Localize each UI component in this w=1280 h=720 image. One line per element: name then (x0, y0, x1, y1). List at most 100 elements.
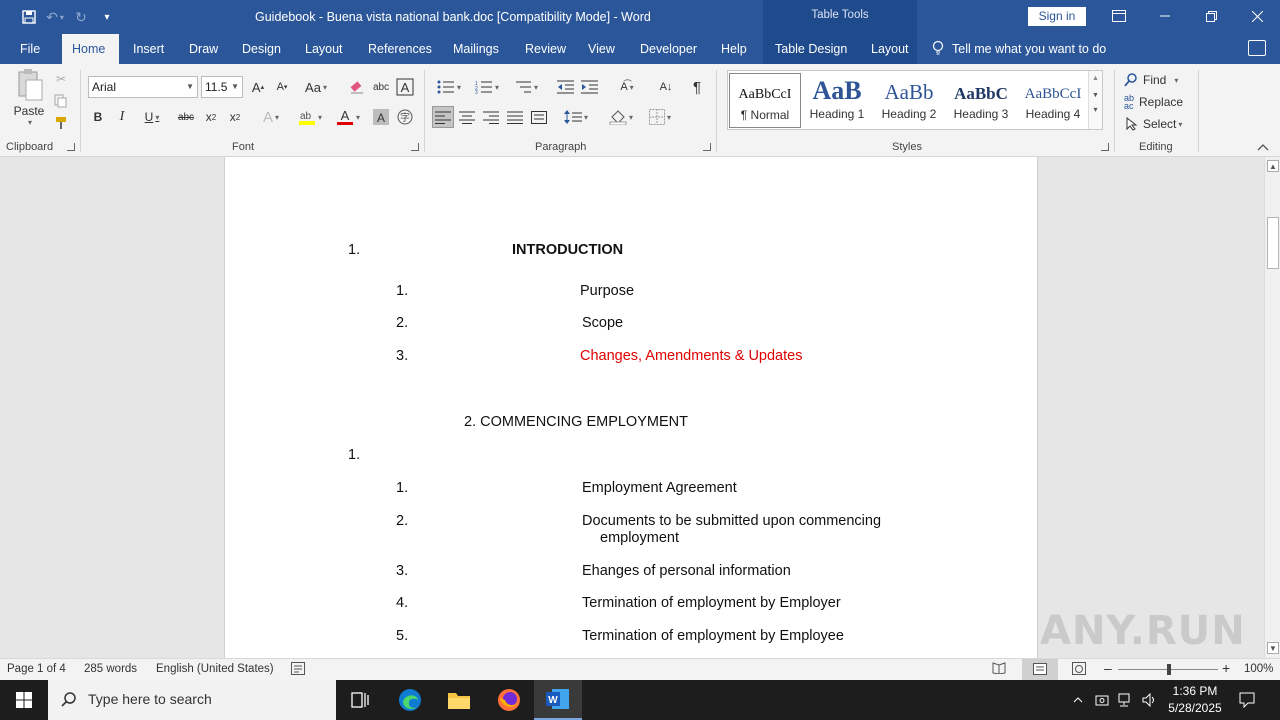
decrease-indent-icon[interactable] (555, 76, 577, 98)
tab-file[interactable]: File (10, 34, 50, 64)
multilevel-list-icon[interactable]: ▾ (509, 76, 543, 98)
underline-icon[interactable]: U ▾ (136, 106, 168, 128)
sign-in-button[interactable]: Sign in (1028, 7, 1086, 26)
volume-icon[interactable] (1140, 680, 1160, 720)
scroll-thumb[interactable] (1267, 217, 1279, 269)
language-indicator[interactable]: English (United States) (156, 663, 274, 675)
minimize-icon[interactable] (1142, 0, 1188, 32)
grow-font-icon[interactable]: A ▴ (248, 76, 268, 98)
style-heading-2[interactable]: AaBb Heading 2 (873, 73, 945, 128)
copy-icon[interactable] (52, 92, 70, 110)
close-icon[interactable] (1234, 0, 1280, 32)
style-heading-3[interactable]: AaBbC Heading 3 (945, 73, 1017, 128)
tab-layout[interactable]: Layout (295, 34, 353, 64)
replace-button[interactable]: ab ac Replace (1124, 92, 1183, 112)
shrink-font-icon[interactable]: A ▾ (272, 76, 292, 98)
redo-icon[interactable]: ↻ (68, 4, 94, 30)
align-center-icon[interactable] (456, 106, 478, 128)
vertical-scrollbar[interactable]: ▲ ▼ (1264, 157, 1280, 658)
page-count[interactable]: Page 1 of 4 (7, 663, 66, 675)
text-effects-icon[interactable]: A ▾ (254, 106, 288, 128)
enclose-characters-icon[interactable]: 字 (395, 106, 415, 128)
borders-icon[interactable]: ▾ (643, 106, 677, 128)
phonetic-guide-icon[interactable]: abc (370, 76, 392, 98)
tab-developer[interactable]: Developer (630, 34, 707, 64)
asian-layout-icon[interactable]: A͡ ▾ (610, 76, 644, 98)
tab-insert[interactable]: Insert (123, 34, 174, 64)
restore-icon[interactable] (1188, 0, 1234, 32)
tab-review[interactable]: Review (515, 34, 576, 64)
shading-icon[interactable]: ▾ (604, 106, 638, 128)
character-shading-icon[interactable]: A (371, 106, 391, 128)
cut-icon[interactable]: ✂ (52, 70, 70, 88)
line-spacing-icon[interactable]: ▾ (559, 106, 593, 128)
read-mode-icon[interactable] (992, 662, 1006, 677)
windows-start-icon[interactable] (0, 680, 48, 720)
zoom-out-icon[interactable]: – (1104, 660, 1112, 676)
clipboard-launcher-icon[interactable] (67, 143, 75, 151)
print-layout-icon[interactable] (1022, 659, 1058, 680)
more-styles-icon[interactable]: ▾ (1089, 105, 1102, 114)
tab-references[interactable]: References (358, 34, 442, 64)
tab-mailings[interactable]: Mailings (443, 34, 509, 64)
paste-button[interactable]: Paste ▾ (10, 68, 48, 130)
format-painter-icon[interactable] (52, 114, 70, 132)
word-count[interactable]: 285 words (84, 663, 137, 675)
tell-me-search[interactable]: Tell me what you want to do (932, 34, 1106, 64)
chevron-up-icon[interactable] (1068, 680, 1088, 720)
font-size-combo[interactable]: 11.5 ▼ (201, 76, 243, 98)
taskbar-search-box[interactable]: Type here to search (48, 680, 336, 720)
style-heading-4[interactable]: AaBbCcI Heading 4 (1017, 73, 1089, 128)
tab-design[interactable]: Design (232, 34, 291, 64)
chevron-up-icon[interactable]: ▲ (1089, 75, 1102, 82)
collapse-ribbon-icon[interactable] (1255, 140, 1271, 154)
ribbon-display-options-icon[interactable] (1096, 0, 1142, 32)
sort-icon[interactable]: A↓ (655, 76, 677, 98)
zoom-in-icon[interactable]: + (1222, 660, 1230, 676)
word-app-icon[interactable]: W (534, 680, 582, 720)
style-normal[interactable]: AaBbCcI ¶ Normal (729, 73, 801, 128)
align-left-icon[interactable] (432, 106, 454, 128)
network-icon[interactable] (1116, 680, 1136, 720)
increase-indent-icon[interactable] (579, 76, 601, 98)
styles-gallery-scroll[interactable]: ▲ ▼ ▾ (1088, 71, 1102, 129)
font-color-icon[interactable]: A ▾ (330, 106, 366, 128)
styles-launcher-icon[interactable] (1101, 143, 1109, 151)
customize-qat-icon[interactable]: ▾ (94, 4, 120, 30)
tab-help[interactable]: Help (711, 34, 757, 64)
find-button[interactable]: Find ▾ (1124, 70, 1178, 90)
bullets-icon[interactable]: ▾ (432, 76, 466, 98)
text-highlight-icon[interactable]: ab ▾ (292, 106, 328, 128)
tab-draw[interactable]: Draw (179, 34, 228, 64)
file-explorer-icon[interactable] (435, 680, 483, 720)
zoom-slider-thumb[interactable] (1167, 664, 1171, 675)
superscript-icon[interactable]: x2 (224, 106, 246, 128)
character-border-icon[interactable]: A (395, 76, 415, 98)
font-name-combo[interactable]: Arial ▼ (88, 76, 198, 98)
show-formatting-marks-icon[interactable]: ¶ (686, 76, 708, 98)
document-page[interactable]: 1. INTRODUCTION 1. Purpose 2. Scope 3. C… (224, 157, 1038, 658)
paste-dropdown-icon[interactable]: ▾ (28, 118, 32, 127)
meet-now-icon[interactable] (1092, 680, 1112, 720)
clear-formatting-icon[interactable] (346, 76, 368, 98)
tab-view[interactable]: View (578, 34, 625, 64)
tab-table-layout-label[interactable]: Layout (871, 34, 909, 64)
proofing-icon[interactable] (291, 662, 305, 678)
distributed-icon[interactable] (528, 106, 550, 128)
justify-icon[interactable] (504, 106, 526, 128)
italic-icon[interactable]: I (112, 106, 132, 128)
notifications-icon[interactable] (1234, 680, 1260, 720)
web-layout-icon[interactable] (1072, 662, 1086, 678)
scroll-down-icon[interactable]: ▼ (1267, 642, 1279, 654)
scroll-up-icon[interactable]: ▲ (1267, 160, 1279, 172)
numbering-icon[interactable]: 1 2 3 ▾ (470, 76, 504, 98)
style-heading-1[interactable]: AaB Heading 1 (801, 73, 873, 128)
select-button[interactable]: Select ▾ (1126, 114, 1182, 134)
firefox-icon[interactable] (485, 680, 533, 720)
tab-table-design[interactable]: Table Design Layout (763, 34, 917, 64)
save-icon[interactable] (16, 4, 42, 30)
change-case-button[interactable]: Aa ▾ (300, 76, 332, 98)
comments-icon[interactable] (1248, 40, 1266, 56)
zoom-level[interactable]: 100% (1244, 663, 1273, 675)
font-launcher-icon[interactable] (411, 143, 419, 151)
